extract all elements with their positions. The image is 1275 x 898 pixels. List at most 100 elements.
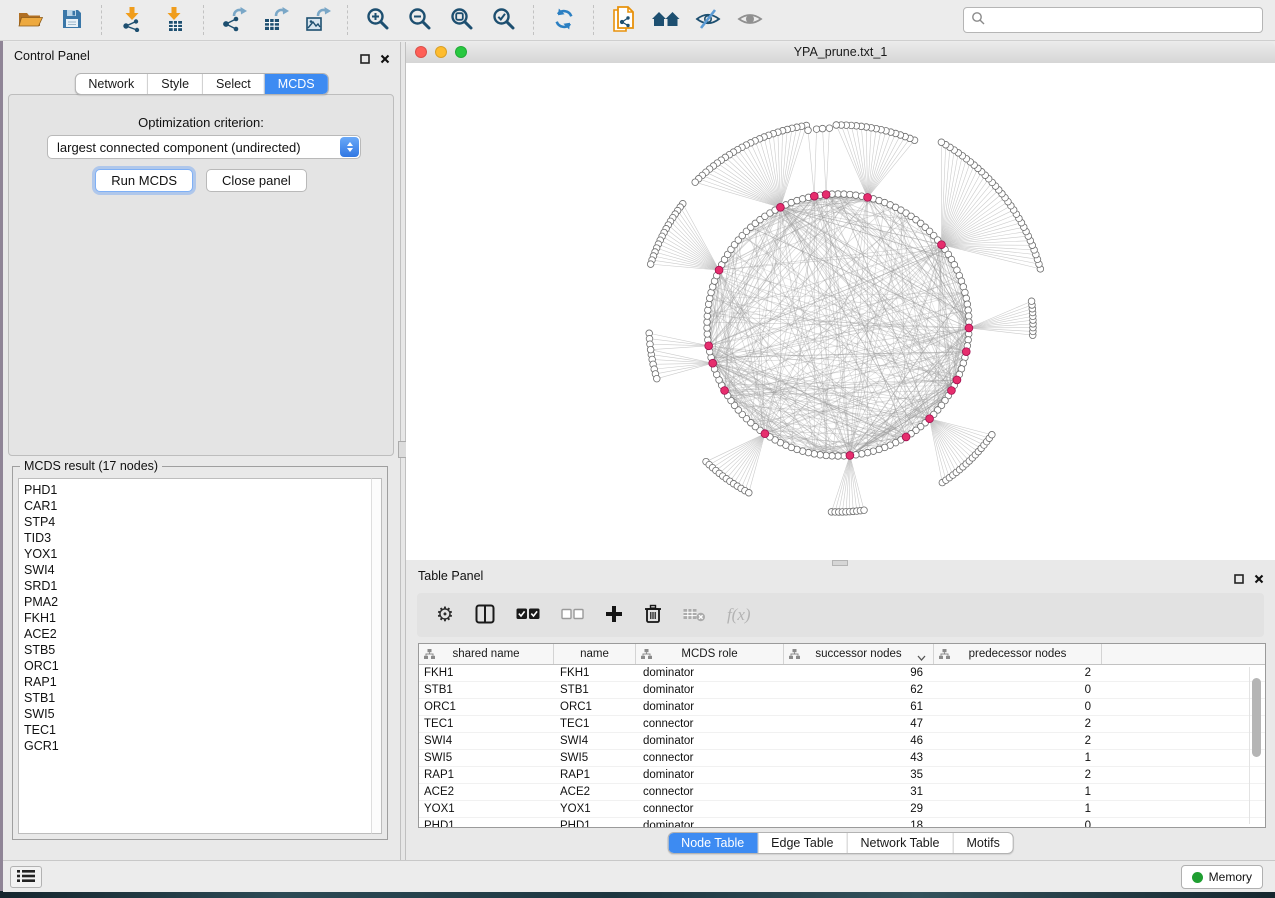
zoom-in-button[interactable] bbox=[358, 4, 398, 36]
mcds-hub-node[interactable] bbox=[953, 376, 961, 384]
task-history-button[interactable] bbox=[10, 866, 42, 888]
zoom-fit-button[interactable] bbox=[442, 4, 482, 36]
table-scrollbar[interactable] bbox=[1249, 667, 1262, 824]
mcds-hub-node[interactable] bbox=[902, 433, 910, 441]
mcds-hub-node[interactable] bbox=[846, 452, 854, 460]
delete-table-button[interactable] bbox=[683, 600, 706, 630]
mcds-node-item[interactable]: ORC1 bbox=[24, 658, 371, 674]
table-row[interactable]: PHD1PHD1dominator180 bbox=[419, 818, 1265, 828]
mcds-hub-node[interactable] bbox=[776, 203, 784, 211]
mcds-node-item[interactable]: STP4 bbox=[24, 514, 371, 530]
memory-button[interactable]: Memory bbox=[1181, 865, 1263, 889]
mcds-result-scrollbar[interactable] bbox=[371, 478, 382, 834]
network-graph[interactable] bbox=[406, 63, 1275, 560]
minimize-window-icon[interactable] bbox=[435, 46, 447, 58]
export-image-button[interactable] bbox=[298, 4, 338, 36]
mcds-node-item[interactable]: GCR1 bbox=[24, 738, 371, 754]
mcds-hub-node[interactable] bbox=[810, 192, 818, 200]
table-row[interactable]: STB1STB1dominator620 bbox=[419, 682, 1265, 699]
table-row[interactable]: ORC1ORC1dominator610 bbox=[419, 699, 1265, 716]
mcds-hub-node[interactable] bbox=[948, 387, 956, 395]
delete-column-button[interactable] bbox=[644, 600, 662, 630]
mcds-node-item[interactable]: RAP1 bbox=[24, 674, 371, 690]
search-input[interactable] bbox=[990, 12, 1255, 28]
mcds-node-item[interactable]: PMA2 bbox=[24, 594, 371, 610]
close-panel-button[interactable]: Close panel bbox=[206, 169, 307, 192]
import-network-button[interactable] bbox=[112, 4, 152, 36]
float-panel-icon[interactable] bbox=[1234, 571, 1244, 589]
new-network-button[interactable] bbox=[604, 4, 644, 36]
network-canvas[interactable] bbox=[406, 63, 1275, 560]
tab-motifs[interactable]: Motifs bbox=[952, 833, 1012, 853]
mcds-node-item[interactable]: STB1 bbox=[24, 690, 371, 706]
select-all-button[interactable] bbox=[516, 600, 540, 630]
table-row[interactable]: SWI5SWI5connector431 bbox=[419, 750, 1265, 767]
table-row[interactable]: YOX1YOX1connector291 bbox=[419, 801, 1265, 818]
export-network-button[interactable] bbox=[214, 4, 254, 36]
open-file-button[interactable] bbox=[10, 4, 50, 36]
column-header-name[interactable]: name bbox=[554, 644, 636, 664]
show-panels-button[interactable] bbox=[730, 4, 770, 36]
mcds-hub-node[interactable] bbox=[709, 359, 717, 367]
mcds-node-item[interactable]: STB5 bbox=[24, 642, 371, 658]
home-navigator-button[interactable] bbox=[646, 4, 686, 36]
function-builder-button[interactable]: f(x) bbox=[727, 600, 751, 630]
column-header-predecessor-nodes[interactable]: predecessor nodes bbox=[934, 644, 1102, 664]
mcds-node-item[interactable]: FKH1 bbox=[24, 610, 371, 626]
show-columns-button[interactable] bbox=[475, 600, 495, 630]
deselect-all-button[interactable] bbox=[561, 600, 584, 630]
mcds-hub-node[interactable] bbox=[822, 191, 830, 199]
mcds-hub-node[interactable] bbox=[965, 324, 973, 332]
table-row[interactable]: SWI4SWI4dominator462 bbox=[419, 733, 1265, 750]
close-panel-icon[interactable] bbox=[1254, 571, 1264, 589]
mcds-node-item[interactable]: YOX1 bbox=[24, 546, 371, 562]
mcds-hub-node[interactable] bbox=[761, 430, 769, 438]
tab-network[interactable]: Network bbox=[75, 74, 147, 94]
mcds-hub-node[interactable] bbox=[962, 348, 970, 356]
tab-node-table[interactable]: Node Table bbox=[668, 833, 757, 853]
tab-style[interactable]: Style bbox=[147, 74, 202, 94]
mcds-hub-node[interactable] bbox=[864, 193, 872, 201]
float-panel-icon[interactable] bbox=[360, 51, 370, 69]
table-row[interactable]: FKH1FKH1dominator962 bbox=[419, 665, 1265, 682]
mcds-hub-node[interactable] bbox=[938, 241, 946, 249]
scrollbar-thumb[interactable] bbox=[1252, 678, 1261, 757]
tab-edge-table[interactable]: Edge Table bbox=[757, 833, 846, 853]
table-settings-button[interactable]: ⚙ bbox=[436, 600, 454, 630]
mcds-node-item[interactable]: ACE2 bbox=[24, 626, 371, 642]
save-session-button[interactable] bbox=[52, 4, 92, 36]
network-window-titlebar[interactable]: YPA_prune.txt_1 bbox=[406, 42, 1275, 64]
mcds-node-item[interactable]: TID3 bbox=[24, 530, 371, 546]
import-table-button[interactable] bbox=[154, 4, 194, 36]
table-row[interactable]: TEC1TEC1connector472 bbox=[419, 716, 1265, 733]
tab-select[interactable]: Select bbox=[202, 74, 264, 94]
mcds-node-item[interactable]: SRD1 bbox=[24, 578, 371, 594]
mcds-hub-node[interactable] bbox=[715, 266, 723, 274]
criterion-select[interactable]: largest connected component (undirected) bbox=[47, 135, 361, 159]
tab-network-table[interactable]: Network Table bbox=[847, 833, 953, 853]
run-mcds-button[interactable]: Run MCDS bbox=[95, 169, 193, 192]
mcds-result-list[interactable]: PHD1CAR1STP4TID3YOX1SWI4SRD1PMA2FKH1ACE2… bbox=[18, 478, 371, 834]
mcds-hub-node[interactable] bbox=[705, 342, 713, 350]
mcds-hub-node[interactable] bbox=[926, 415, 934, 423]
mcds-node-item[interactable]: PHD1 bbox=[24, 482, 371, 498]
export-table-button[interactable] bbox=[256, 4, 296, 36]
mcds-node-item[interactable]: SWI4 bbox=[24, 562, 371, 578]
close-panel-icon[interactable] bbox=[380, 51, 390, 69]
maximize-window-icon[interactable] bbox=[455, 46, 467, 58]
mcds-node-item[interactable]: SWI5 bbox=[24, 706, 371, 722]
table-row[interactable]: ACE2ACE2connector311 bbox=[419, 784, 1265, 801]
mcds-hub-node[interactable] bbox=[721, 387, 729, 395]
zoom-selected-button[interactable] bbox=[484, 4, 524, 36]
add-column-button[interactable] bbox=[605, 600, 623, 630]
column-header-MCDS-role[interactable]: MCDS role bbox=[636, 644, 784, 664]
tab-mcds[interactable]: MCDS bbox=[264, 74, 328, 94]
table-row[interactable]: RAP1RAP1dominator352 bbox=[419, 767, 1265, 784]
close-window-icon[interactable] bbox=[415, 46, 427, 58]
mcds-node-item[interactable]: TEC1 bbox=[24, 722, 371, 738]
column-header-shared-name[interactable]: shared name bbox=[419, 644, 554, 664]
refresh-button[interactable] bbox=[544, 4, 584, 36]
zoom-out-button[interactable] bbox=[400, 4, 440, 36]
hide-panels-button[interactable] bbox=[688, 4, 728, 36]
column-header-successor-nodes[interactable]: successor nodes bbox=[784, 644, 934, 664]
